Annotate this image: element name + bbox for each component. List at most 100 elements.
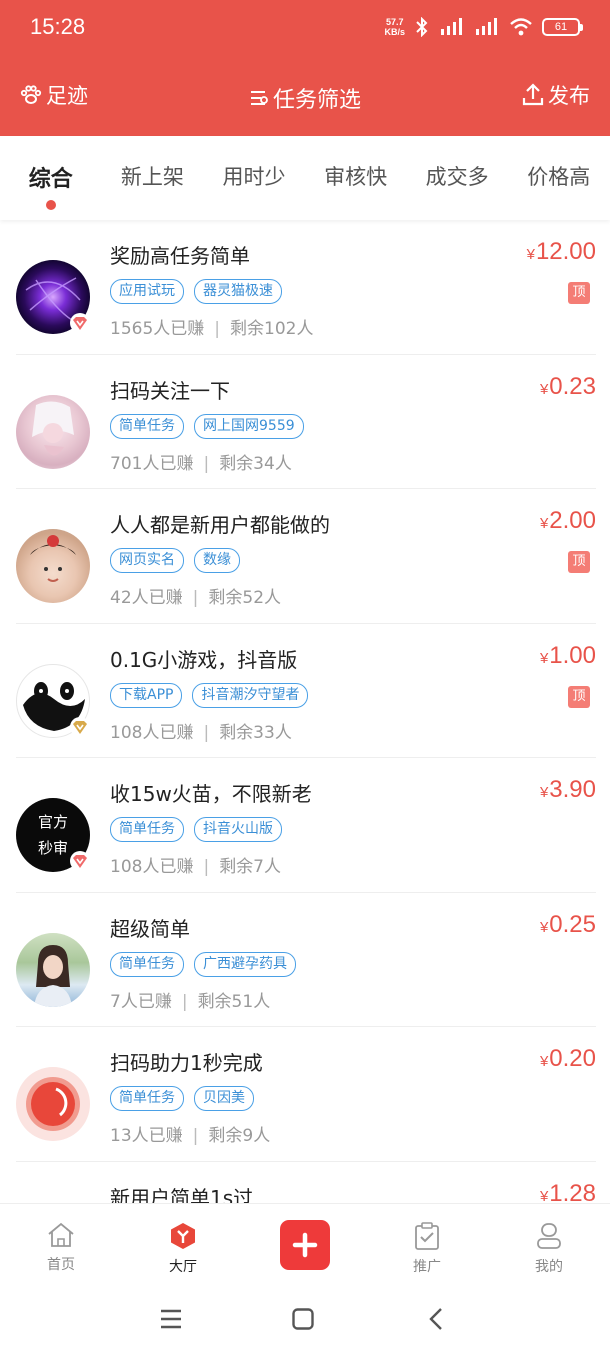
- add-task-button[interactable]: [280, 1220, 330, 1270]
- task-title: 人人都是新用户都能做的: [110, 513, 330, 537]
- task-tag: 网上国网9559: [194, 413, 304, 439]
- avatar: [16, 529, 90, 603]
- task-price: ¥0.23: [539, 372, 596, 400]
- task-tag: 器灵猫极速: [194, 279, 282, 304]
- task-stats: 1565人已赚 | 剩余102人: [110, 319, 314, 339]
- task-title: 0.1G小游戏，抖音版: [110, 647, 298, 672]
- task-tag: 抖音火山版: [194, 817, 282, 842]
- nav-bar: 足迹 任务筛选 发布: [0, 70, 610, 122]
- task-title: 奖励高任务简单: [110, 244, 250, 268]
- task-tags: 网页实名 数缘: [110, 548, 240, 573]
- task-tag: 简单任务: [110, 951, 184, 977]
- nav-promote[interactable]: 推广: [366, 1204, 488, 1285]
- filter-title[interactable]: 任务筛选: [0, 82, 610, 114]
- task-stats: 108人已赚 | 剩余33人: [110, 722, 292, 743]
- task-title: 扫码助力1秒完成: [110, 1051, 263, 1075]
- avatar: [16, 1067, 90, 1141]
- tab-fast-review[interactable]: 审核快: [305, 136, 407, 191]
- gold-v-icon: [70, 716, 90, 737]
- status-icons: 57.7 KB/s 61: [384, 17, 583, 37]
- pinned-badge: 顶: [568, 551, 590, 573]
- task-item[interactable]: 奖励高任务简单 应用试玩 器灵猫极速 1565人已赚 | 剩余102人 ¥12.00…: [16, 220, 596, 355]
- tab-most-deals[interactable]: 成交多: [406, 136, 508, 191]
- task-tag: 应用试玩: [110, 279, 184, 304]
- avatar: [16, 932, 90, 1007]
- publish-button[interactable]: 发布: [522, 80, 590, 110]
- page-title: 任务筛选: [272, 88, 361, 113]
- task-tags: 简单任务 广西避孕药具: [110, 951, 296, 977]
- system-nav-bar: [0, 1285, 610, 1356]
- nav-mine[interactable]: 我的: [488, 1204, 610, 1285]
- hall-icon: [171, 1223, 195, 1249]
- tab-highest-price[interactable]: 价格高: [508, 136, 610, 191]
- task-tags: 简单任务 抖音火山版: [110, 817, 282, 842]
- task-title: 扫码关注一下: [110, 378, 230, 403]
- task-item[interactable]: 超级简单 简单任务 广西避孕药具 7人已赚 | 剩余51人 ¥0.25: [16, 893, 596, 1027]
- task-list: 奖励高任务简单 应用试玩 器灵猫极速 1565人已赚 | 剩余102人 ¥12.00…: [0, 220, 610, 1296]
- clipboard-icon: [415, 1222, 439, 1250]
- nav-home[interactable]: 首页: [0, 1204, 122, 1285]
- task-item[interactable]: 扫码关注一下 简单任务 网上国网9559 701人已赚 | 剩余34人 ¥0.23: [16, 355, 596, 489]
- battery-icon: 61: [542, 18, 583, 36]
- status-bar: 15:28 57.7 KB/s 61: [0, 0, 610, 58]
- task-item[interactable]: 扫码助力1秒完成 简单任务 贝因美 13人已赚 | 剩余9人 ¥0.20: [16, 1027, 596, 1162]
- task-tag: 简单任务: [110, 817, 184, 842]
- task-price: ¥0.25: [539, 910, 596, 938]
- back-icon[interactable]: [428, 1307, 444, 1331]
- task-item[interactable]: 官方 秒审 收15w火苗，不限新老 简单任务 抖音火山版 108人已赚 | 剩余7人…: [16, 758, 596, 893]
- tab-comprehensive[interactable]: 综合: [0, 136, 102, 210]
- publish-label: 发布: [548, 84, 590, 108]
- task-tag: 贝因美: [194, 1086, 254, 1111]
- avatar: [16, 394, 90, 469]
- upload-icon: [522, 83, 544, 106]
- app-header: 15:28 57.7 KB/s 61 足迹 任务筛选 发布: [0, 0, 610, 136]
- user-icon: [537, 1223, 561, 1249]
- sort-tabs: 综合 新上架 用时少 审核快 成交多 价格高: [0, 136, 610, 220]
- task-item[interactable]: 0.1G小游戏，抖音版 下载APP 抖音潮汐守望者 108人已赚 | 剩余33人 ¥…: [16, 624, 596, 758]
- task-tags: 下载APP 抖音潮汐守望者: [110, 682, 309, 708]
- task-tags: 应用试玩 器灵猫极速: [110, 279, 282, 304]
- red-v-icon: [70, 851, 90, 871]
- task-tag: 数缘: [194, 548, 240, 573]
- task-stats: 701人已赚 | 剩余34人: [110, 453, 292, 474]
- task-tag: 简单任务: [110, 413, 184, 439]
- home-square-icon[interactable]: [292, 1308, 314, 1330]
- pinned-badge: 顶: [568, 685, 590, 708]
- filter-icon: [250, 91, 268, 105]
- task-tag: 简单任务: [110, 1086, 184, 1111]
- menu-icon[interactable]: [160, 1309, 182, 1329]
- task-tag: 广西避孕药具: [194, 951, 296, 977]
- task-price: ¥3.90: [539, 776, 596, 803]
- task-price: ¥2.00: [539, 507, 596, 534]
- wifi-icon: [510, 18, 532, 36]
- signal-icon: [441, 18, 462, 35]
- task-tags: 简单任务 网上国网9559: [110, 413, 304, 439]
- avatar-text: 秒审: [37, 839, 68, 857]
- task-price: ¥1.00: [539, 641, 596, 669]
- task-tag: 下载APP: [110, 682, 183, 708]
- task-stats: 42人已赚 | 剩余52人: [110, 588, 282, 608]
- home-icon: [48, 1222, 74, 1247]
- red-v-icon: [70, 313, 90, 333]
- pinned-badge: 顶: [568, 282, 590, 304]
- signal-icon-2: [476, 18, 497, 35]
- task-tag: 网页实名: [110, 548, 184, 573]
- task-price: ¥12.00: [526, 238, 596, 265]
- tab-new[interactable]: 新上架: [102, 136, 204, 191]
- nav-hall[interactable]: 大厅: [122, 1204, 244, 1285]
- task-tags: 简单任务 贝因美: [110, 1086, 254, 1111]
- task-stats: 7人已赚 | 剩余51人: [110, 991, 271, 1012]
- bluetooth-icon: [416, 17, 428, 37]
- plus-icon: [292, 1232, 318, 1258]
- task-item[interactable]: 人人都是新用户都能做的 网页实名 数缘 42人已赚 | 剩余52人 ¥2.00 顶: [16, 489, 596, 624]
- network-speed: 57.7 KB/s: [384, 17, 405, 37]
- task-stats: 13人已赚 | 剩余9人: [110, 1126, 271, 1146]
- avatar-text: 官方: [37, 813, 68, 831]
- status-time: 15:28: [30, 14, 86, 39]
- task-stats: 108人已赚 | 剩余7人: [110, 857, 282, 877]
- tab-less-time[interactable]: 用时少: [203, 136, 305, 191]
- task-tag: 抖音潮汐守望者: [192, 682, 309, 708]
- task-title: 收15w火苗，不限新老: [110, 782, 312, 806]
- task-price: ¥0.20: [539, 1045, 596, 1072]
- task-title: 超级简单: [110, 916, 190, 941]
